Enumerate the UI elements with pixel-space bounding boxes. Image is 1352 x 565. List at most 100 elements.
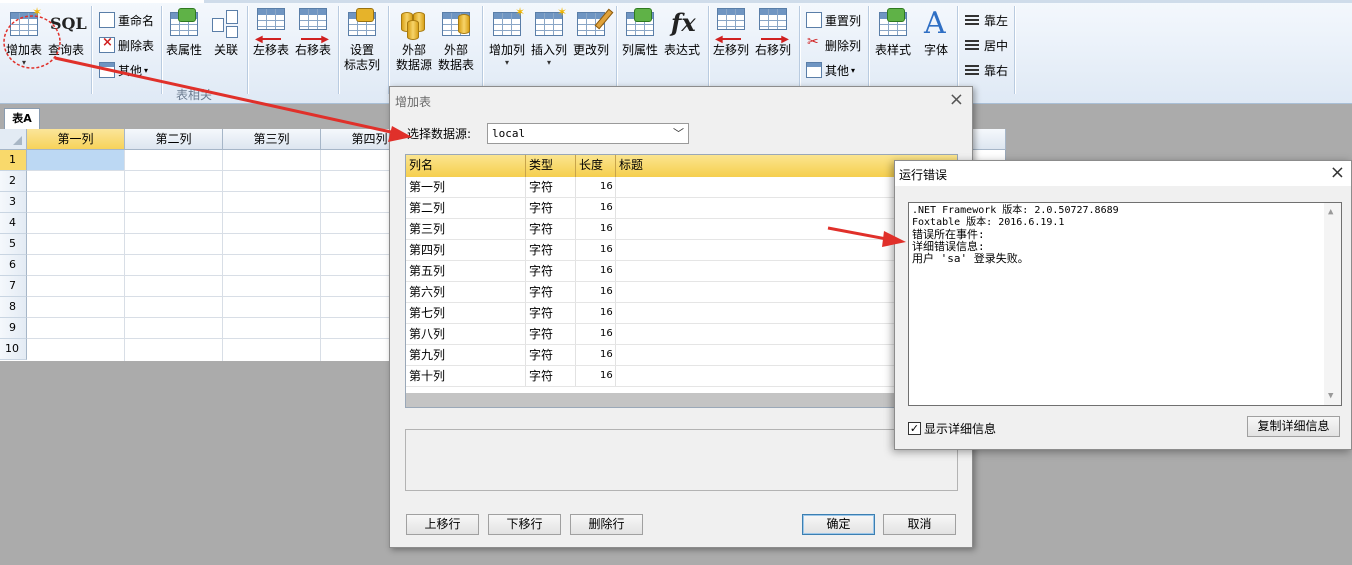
description-textarea[interactable] [405, 429, 958, 491]
move-column-left-button[interactable]: ◀ 左移列 [713, 8, 749, 78]
row-header[interactable]: 2 [0, 171, 27, 192]
relation-icon [210, 8, 242, 40]
move-column-right-button[interactable]: ▶ 右移列 [755, 8, 791, 78]
align-right-button[interactable]: 靠右 [965, 60, 1008, 80]
active-cell[interactable] [27, 150, 124, 171]
row-header[interactable]: 4 [0, 213, 27, 234]
delete-table-button[interactable]: × 删除表 [99, 35, 154, 55]
cell-type: 字符 [529, 264, 554, 278]
table-row[interactable]: 第十列 字符 16 [406, 366, 957, 387]
scroll-up-icon[interactable]: ▲ [1328, 206, 1333, 218]
sheet-tab[interactable]: 表A [4, 108, 40, 129]
add-table-dialog: 增加表 × 选择数据源: local ﹀ 列名 类型 长度 标题 第一列 字符 … [389, 86, 973, 548]
cell-name: 第四列 [409, 243, 446, 257]
align-center-button[interactable]: 居中 [965, 35, 1008, 55]
other-menu-button[interactable]: 其他 ▾ [99, 60, 148, 80]
table-row[interactable]: 第五列 字符 16 [406, 261, 957, 282]
table-row[interactable]: 第六列 字符 16 [406, 282, 957, 303]
row-header[interactable]: 5 [0, 234, 27, 255]
scroll-down-icon[interactable]: ▼ [1328, 390, 1333, 402]
column-header-partial[interactable] [973, 129, 1006, 150]
table-style-icon [877, 8, 909, 40]
show-details-checkbox[interactable]: ✓ 显示详细信息 [908, 420, 996, 437]
row-header[interactable]: 7 [0, 276, 27, 297]
external-datasource-button[interactable]: 外部 数据源 [396, 8, 432, 78]
datasource-select[interactable]: local ﹀ [487, 123, 689, 144]
insert-column-button[interactable]: ✶ 插入列 ▾ [531, 6, 567, 78]
dropdown-arrow-icon: ▾ [505, 58, 510, 67]
datasource-value: local [492, 127, 526, 140]
query-table-button[interactable]: SQL 查询表 [48, 8, 87, 78]
separator [338, 6, 339, 94]
table-properties-button[interactable]: 表属性 [166, 8, 202, 78]
row-header[interactable]: 9 [0, 318, 27, 339]
change-column-button[interactable]: 更改列 [573, 8, 614, 78]
add-table-button[interactable]: ✶ 增加表 ▾ [6, 6, 42, 78]
table-row[interactable]: 第三列 字符 16 [406, 219, 957, 240]
row-header[interactable]: 1 [0, 150, 27, 171]
cell-length: 16 [600, 307, 613, 318]
move-row-down-button[interactable]: 下移行 [488, 514, 561, 535]
column-header[interactable]: 第一列 [27, 129, 125, 150]
vertical-scrollbar[interactable]: ▲ ▼ [1324, 203, 1341, 405]
table-row[interactable]: 第二列 字符 16 [406, 198, 957, 219]
cell-name: 第六列 [409, 285, 446, 299]
table-style-button[interactable]: 表样式 [875, 8, 911, 78]
dropdown-arrow-icon: ▾ [144, 65, 149, 75]
column-definition-table[interactable]: 列名 类型 长度 标题 第一列 字符 16 第二列 字符 16 第三列 字符 1… [405, 154, 958, 408]
move-table-left-button[interactable]: ◀ 左移表 [253, 8, 289, 78]
external-table-button[interactable]: 外部 数据表 [438, 8, 474, 78]
ok-button[interactable]: 确定 [802, 514, 875, 535]
cell-length: 16 [600, 265, 613, 276]
row-header[interactable]: 10 [0, 339, 27, 360]
cell-length: 16 [600, 286, 613, 297]
dropdown-arrow-icon: ▾ [22, 58, 27, 67]
move-row-up-button[interactable]: 上移行 [406, 514, 479, 535]
separator [868, 6, 869, 94]
row-header[interactable]: 8 [0, 297, 27, 318]
add-column-button[interactable]: ✶ 增加列 ▾ [489, 6, 525, 78]
table-row[interactable]: 第一列 字符 16 [406, 177, 957, 198]
rename-button[interactable]: 重命名 [99, 10, 154, 30]
close-icon[interactable]: × [949, 89, 964, 110]
set-flag-column-button[interactable]: 设置 标志列 [344, 8, 380, 78]
column-header[interactable]: 第三列 [223, 129, 321, 150]
rename-icon [99, 12, 115, 28]
flag-column-icon [346, 8, 378, 40]
cell-type: 字符 [529, 348, 554, 362]
move-table-right-button[interactable]: ▶ 右移表 [295, 8, 331, 78]
database-icon [398, 8, 430, 40]
select-all-corner[interactable] [0, 129, 27, 150]
delete-row-button[interactable]: 删除行 [570, 514, 643, 535]
expression-button[interactable]: fx 表达式 [664, 8, 700, 78]
column-properties-button[interactable]: 列属性 [622, 8, 658, 78]
table-row[interactable]: 第九列 字符 16 [406, 345, 957, 366]
align-left-button[interactable]: 靠左 [965, 10, 1008, 30]
delete-column-icon: ✂ [807, 34, 819, 50]
cancel-button[interactable]: 取消 [883, 514, 956, 535]
error-details-textbox[interactable]: .NET Framework 版本: 2.0.50727.8689 Foxtab… [908, 202, 1342, 406]
font-button[interactable]: A 字体 [920, 6, 952, 78]
other-menu-button-2[interactable]: 其他 ▾ [806, 60, 855, 80]
separator [1014, 6, 1015, 94]
cell-type: 字符 [529, 243, 554, 257]
table-row[interactable]: 第七列 字符 16 [406, 303, 957, 324]
copy-details-button[interactable]: 复制详细信息 [1247, 416, 1340, 437]
cell-length: 16 [600, 181, 613, 192]
grid-line [124, 150, 125, 361]
cell-length: 16 [600, 244, 613, 255]
close-icon[interactable]: × [1330, 162, 1345, 183]
table-row[interactable]: 第四列 字符 16 [406, 240, 957, 261]
horizontal-scrollbar[interactable] [406, 393, 957, 407]
reset-columns-button[interactable]: 重置列 [806, 10, 861, 30]
error-line: .NET Framework 版本: 2.0.50727.8689 [912, 205, 1119, 216]
ribbon-active-tab[interactable] [0, 0, 204, 3]
row-header[interactable]: 6 [0, 255, 27, 276]
relation-button[interactable]: 关联 [210, 8, 242, 78]
delete-column-button[interactable]: ✂ 删除列 [806, 34, 861, 55]
error-line: 用户 'sa' 登录失败。 [912, 252, 1029, 265]
table-row[interactable]: 第八列 字符 16 [406, 324, 957, 345]
align-left-icon [965, 12, 981, 28]
row-header[interactable]: 3 [0, 192, 27, 213]
column-header[interactable]: 第二列 [125, 129, 223, 150]
